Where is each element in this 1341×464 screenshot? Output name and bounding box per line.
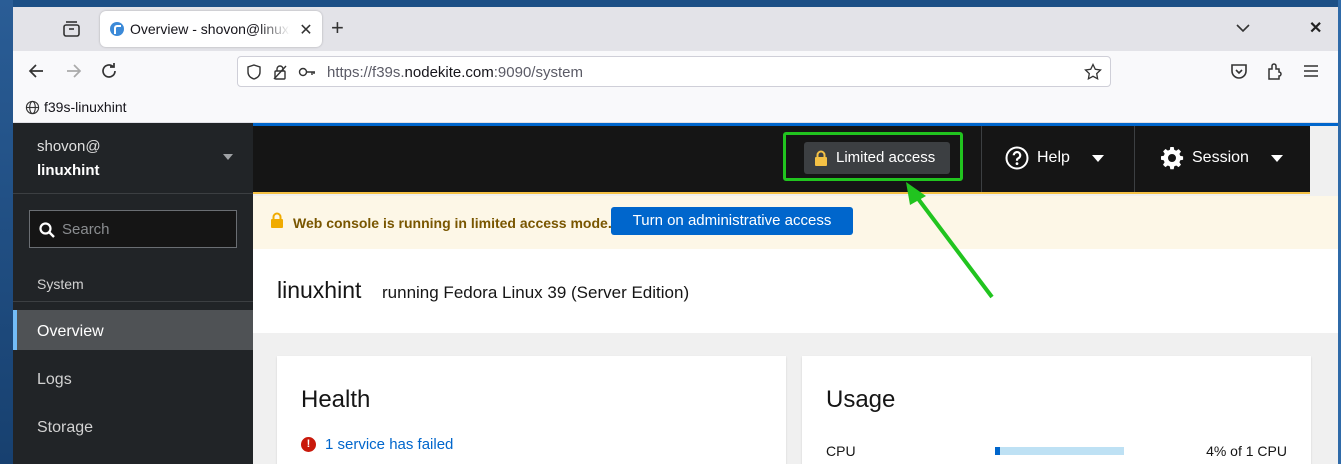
globe-icon <box>25 100 40 114</box>
host-name: linuxhint <box>37 162 100 179</box>
tracking-shield-icon[interactable] <box>246 64 262 80</box>
menu-hamburger-icon[interactable] <box>1301 61 1321 81</box>
desktop-background <box>0 0 13 464</box>
host-switcher[interactable]: shovon@ linuxhint <box>13 123 253 194</box>
chevron-down-icon <box>1091 154 1104 162</box>
sidebar-section-system: System <box>37 276 84 292</box>
page-hostname: linuxhint <box>277 277 362 303</box>
sidebar: shovon@ linuxhint System Overview Logs S… <box>13 123 253 464</box>
cpu-value: 4% of 1 CPU <box>1206 443 1287 459</box>
search-icon <box>39 222 55 243</box>
fedora-favicon-icon <box>110 22 124 36</box>
chevron-down-icon <box>1270 154 1283 162</box>
session-label: Session <box>1192 149 1249 166</box>
search-input[interactable] <box>62 219 227 239</box>
chevron-down-icon <box>223 154 233 160</box>
navigation-toolbar: https://f39s.nodekite.com:9090/system <box>13 51 1338 92</box>
cockpit-page: shovon@ linuxhint System Overview Logs S… <box>13 123 1338 464</box>
os-description: running Fedora Linux 39 (Server Edition) <box>382 283 690 302</box>
forward-arrow-icon[interactable] <box>63 61 83 81</box>
key-icon[interactable] <box>298 64 315 80</box>
sidebar-search[interactable] <box>29 210 237 248</box>
browser-window: Overview - shovon@linuxhint ✕ + ✕ <box>13 7 1338 464</box>
masthead-divider <box>1134 126 1135 192</box>
bookmark-item[interactable]: f39s-linuxhint <box>25 99 127 115</box>
gear-icon <box>1161 147 1184 170</box>
address-bar[interactable]: https://f39s.nodekite.com:9090/system <box>237 56 1111 87</box>
cpu-label: CPU <box>826 443 856 459</box>
sidebar-item-storage[interactable]: Storage <box>13 406 253 446</box>
tab-overview-icon[interactable] <box>61 19 83 39</box>
bookmarks-toolbar: f39s-linuxhint <box>13 92 1338 123</box>
reload-icon[interactable] <box>99 61 119 81</box>
health-title: Health <box>301 386 371 413</box>
warning-lock-icon <box>270 212 284 233</box>
tab-title: Overview - shovon@linuxhint <box>130 21 290 37</box>
session-menu[interactable]: Session <box>1160 146 1283 170</box>
window-close-icon[interactable]: ✕ <box>1309 18 1322 38</box>
insecure-lock-icon[interactable] <box>272 64 288 80</box>
failed-service-link[interactable]: 1 service has failed <box>325 436 453 453</box>
failed-service-item: ! 1 service has failed <box>301 436 453 453</box>
masthead: Limited access Help Session <box>253 126 1310 194</box>
error-icon: ! <box>301 437 316 452</box>
turn-on-admin-access-button[interactable]: Turn on administrative access <box>611 207 853 235</box>
tab-close-icon[interactable]: ✕ <box>298 20 314 40</box>
new-tab-button[interactable]: + <box>331 17 344 39</box>
browser-tab-active[interactable]: Overview - shovon@linuxhint ✕ <box>100 11 322 47</box>
extensions-icon[interactable] <box>1265 61 1285 81</box>
pocket-icon[interactable] <box>1229 61 1249 81</box>
masthead-divider <box>981 126 982 192</box>
sidebar-item-overview[interactable]: Overview <box>13 310 253 350</box>
help-menu[interactable]: Help <box>1005 146 1104 170</box>
host-user: shovon@ <box>37 138 101 155</box>
cpu-progress-bar <box>995 447 1124 455</box>
sidebar-divider <box>13 301 253 302</box>
bookmark-label: f39s-linuxhint <box>44 99 127 115</box>
usage-title: Usage <box>826 386 896 413</box>
health-card: Health ! 1 service has failed <box>277 356 786 464</box>
list-all-tabs-chevron-icon[interactable] <box>1235 20 1251 41</box>
bookmark-star-icon[interactable] <box>1084 62 1102 86</box>
url-text: https://f39s.nodekite.com:9090/system <box>327 64 583 81</box>
sidebar-item-logs[interactable]: Logs <box>13 358 253 398</box>
cpu-progress-fill <box>995 447 1001 455</box>
help-label: Help <box>1037 149 1070 166</box>
back-arrow-icon[interactable] <box>27 61 47 81</box>
annotation-highlight-box <box>783 132 963 181</box>
tab-bar: Overview - shovon@linuxhint ✕ + ✕ <box>13 7 1338 51</box>
alert-message: Web console is running in limited access… <box>293 215 612 231</box>
usage-card: Usage CPU 4% of 1 CPU <box>802 356 1311 464</box>
page-header: linuxhint running Fedora Linux 39 (Serve… <box>253 249 1338 333</box>
help-icon <box>1005 146 1029 170</box>
limited-access-alert: Web console is running in limited access… <box>253 196 1338 249</box>
